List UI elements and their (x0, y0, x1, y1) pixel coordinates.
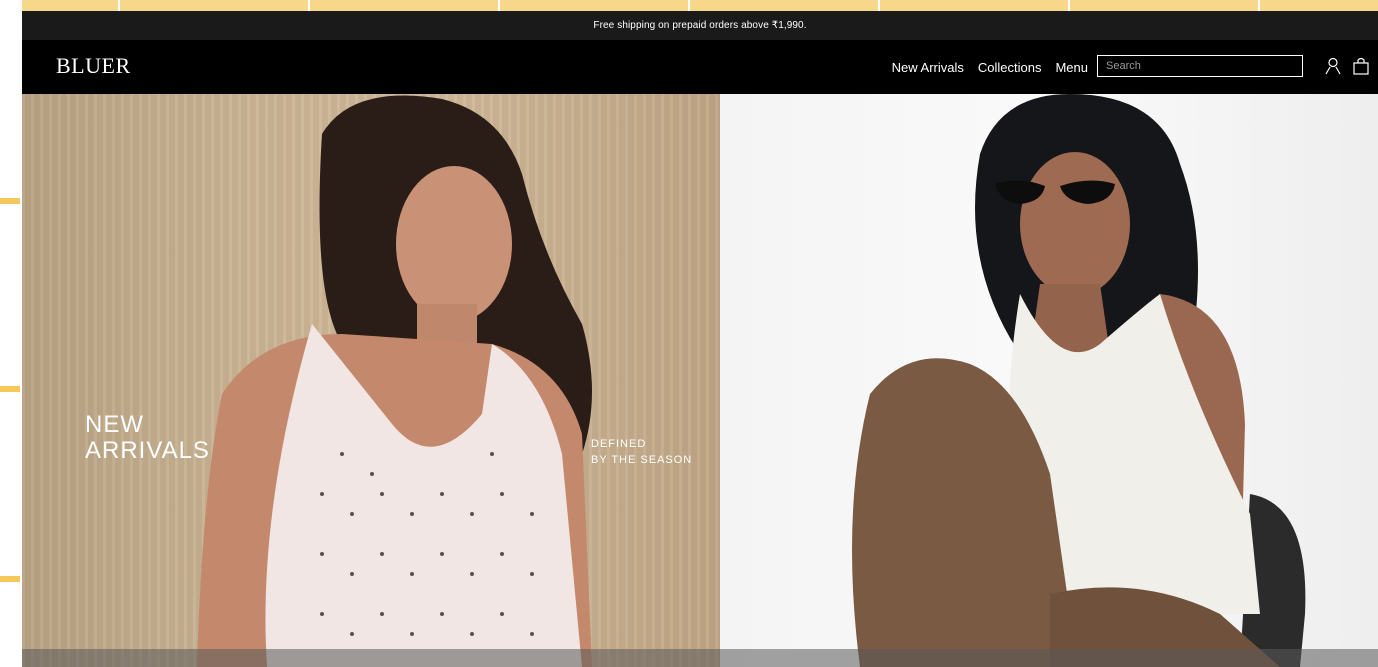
hero-title: NEW ARRIVALS (85, 412, 210, 464)
hero-banner[interactable]: NEW ARRIVALS DEFINED BY THE SEASON (22, 94, 1378, 667)
hero-subtitle-line2: BY THE SEASON (591, 454, 693, 466)
nav-collections[interactable]: Collections (978, 60, 1042, 75)
nav-menu[interactable]: Menu (1055, 60, 1088, 75)
margin-marker (0, 386, 20, 392)
hero-title-line2: ARRIVALS (85, 437, 210, 464)
bag-icon[interactable] (1352, 56, 1370, 76)
hero-bottom-bar (22, 649, 1378, 667)
site-header: BLUER New Arrivals Collections Menu (22, 40, 1378, 94)
hero-image-left[interactable]: NEW ARRIVALS DEFINED BY THE SEASON (22, 94, 720, 667)
announcement-text: Free shipping on prepaid orders above ₹1… (593, 20, 807, 31)
hero-subtitle-line1: DEFINED (591, 438, 647, 450)
margin-marker (0, 576, 20, 582)
brand-logo[interactable]: BLUER (56, 53, 131, 79)
announcement-bar: Free shipping on prepaid orders above ₹1… (22, 11, 1378, 40)
top-strip (22, 0, 1378, 11)
hero-title-line1: NEW (85, 411, 144, 438)
model-image-left (197, 95, 592, 667)
account-icon[interactable] (1324, 56, 1342, 76)
margin-marker (0, 198, 20, 204)
page-margin (0, 0, 22, 667)
model-image-right (852, 94, 1306, 667)
search-input[interactable] (1097, 55, 1303, 77)
hero-subtitle: DEFINED BY THE SEASON (591, 436, 692, 468)
nav-new-arrivals[interactable]: New Arrivals (892, 60, 964, 75)
hero-image-right[interactable] (720, 94, 1378, 667)
main-nav: New Arrivals Collections Menu (878, 40, 1088, 94)
